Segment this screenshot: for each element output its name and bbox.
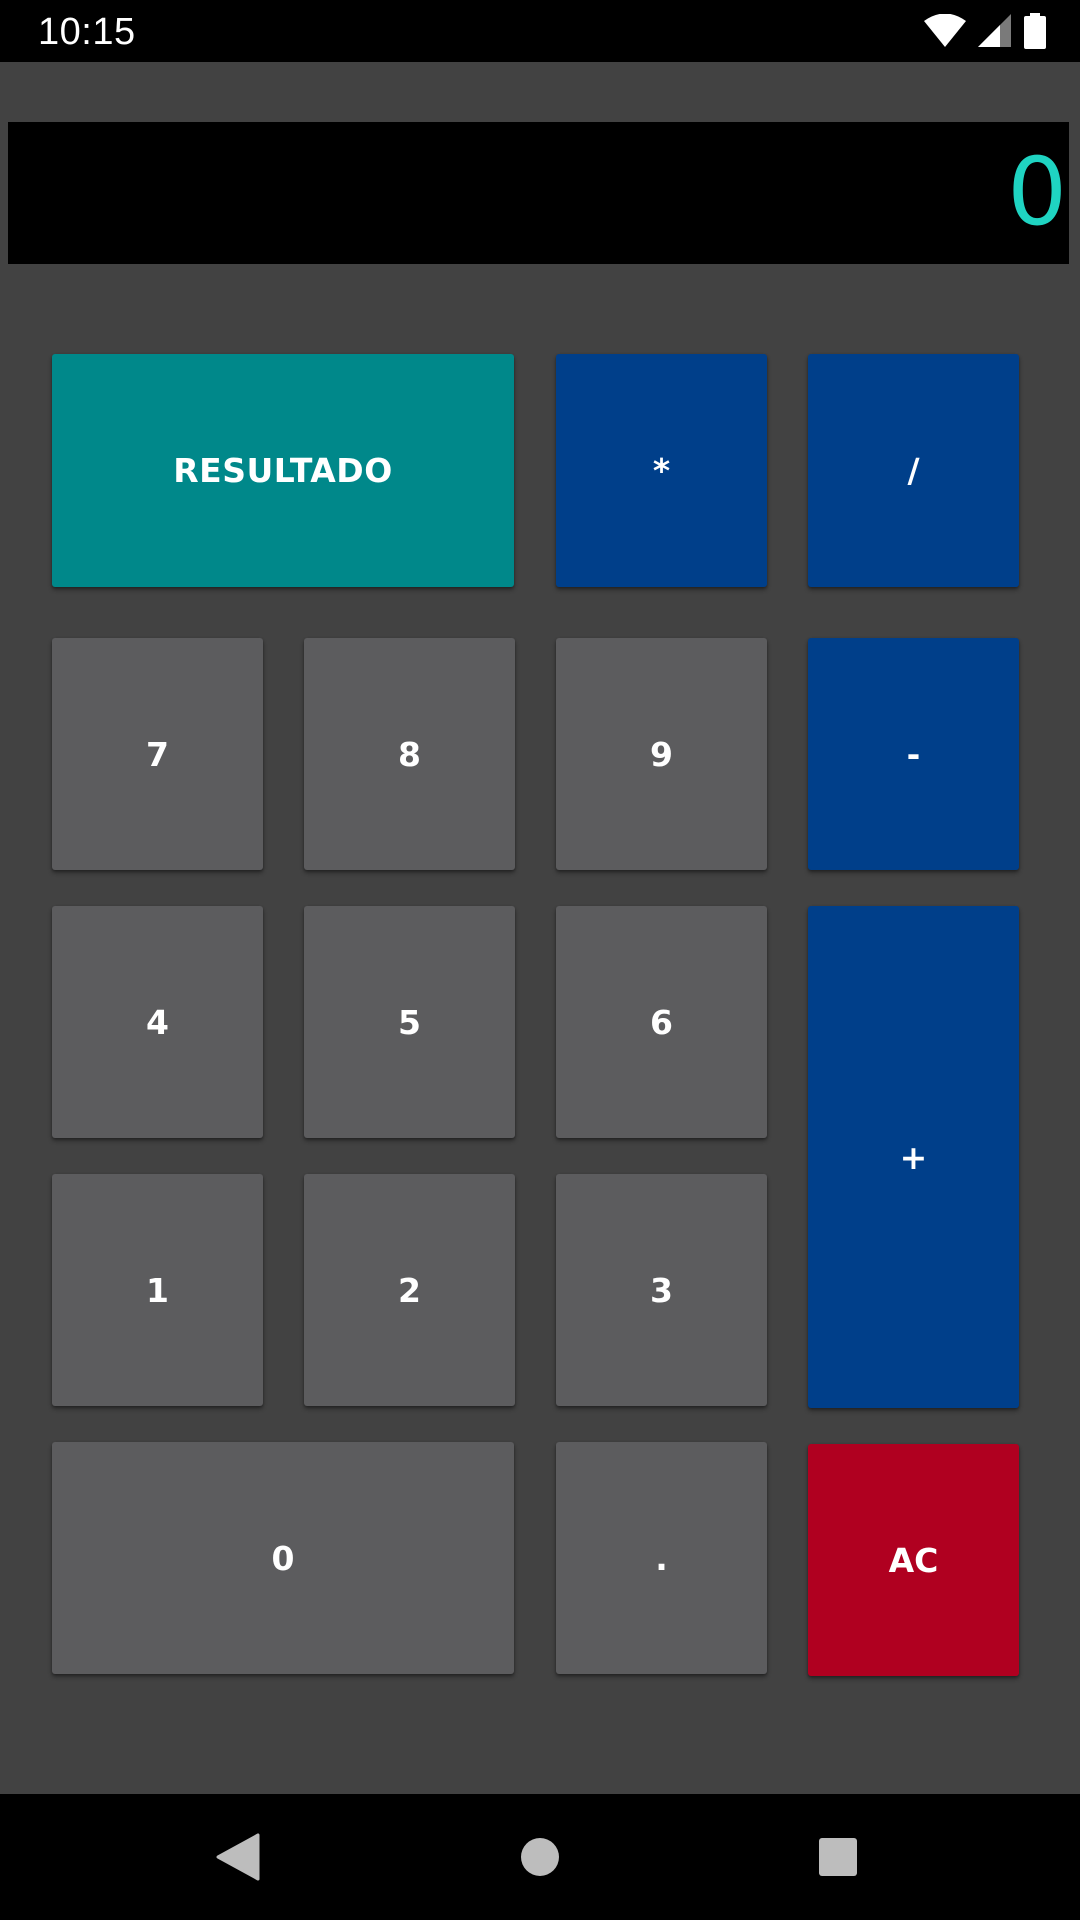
plus-button[interactable]: + bbox=[808, 906, 1019, 1408]
result-button[interactable]: RESULTADO bbox=[52, 354, 514, 587]
digit-9-button[interactable]: 9 bbox=[556, 638, 767, 870]
multiply-button[interactable]: * bbox=[556, 354, 767, 587]
digit-1-button[interactable]: 1 bbox=[52, 1174, 263, 1406]
clear-button[interactable]: AC bbox=[808, 1444, 1019, 1676]
digit-8-button[interactable]: 8 bbox=[304, 638, 515, 870]
home-icon[interactable] bbox=[480, 1794, 600, 1920]
battery-icon bbox=[1024, 13, 1046, 49]
decimal-button[interactable]: . bbox=[556, 1442, 767, 1674]
status-icons bbox=[924, 12, 1046, 50]
digit-6-button[interactable]: 6 bbox=[556, 906, 767, 1138]
minus-button[interactable]: - bbox=[808, 638, 1019, 870]
status-time: 10:15 bbox=[38, 11, 136, 53]
digit-3-button[interactable]: 3 bbox=[556, 1174, 767, 1406]
digit-5-button[interactable]: 5 bbox=[304, 906, 515, 1138]
display-value: 0 bbox=[1007, 138, 1067, 247]
status-bar: 10:15 bbox=[0, 0, 1080, 62]
recents-icon[interactable] bbox=[778, 1794, 898, 1920]
digit-0-button[interactable]: 0 bbox=[52, 1442, 514, 1674]
navigation-bar bbox=[0, 1794, 1080, 1920]
digit-2-button[interactable]: 2 bbox=[304, 1174, 515, 1406]
back-icon[interactable] bbox=[178, 1794, 298, 1920]
digit-7-button[interactable]: 7 bbox=[52, 638, 263, 870]
wifi-icon bbox=[924, 14, 966, 48]
calculator-display: 0 bbox=[8, 122, 1069, 264]
digit-4-button[interactable]: 4 bbox=[52, 906, 263, 1138]
cellular-signal-icon bbox=[978, 14, 1012, 48]
calculator-app: 0 RESULTADO * / 7 8 9 - 4 5 6 + 1 2 3 0 … bbox=[0, 62, 1080, 1794]
divide-button[interactable]: / bbox=[808, 354, 1019, 587]
